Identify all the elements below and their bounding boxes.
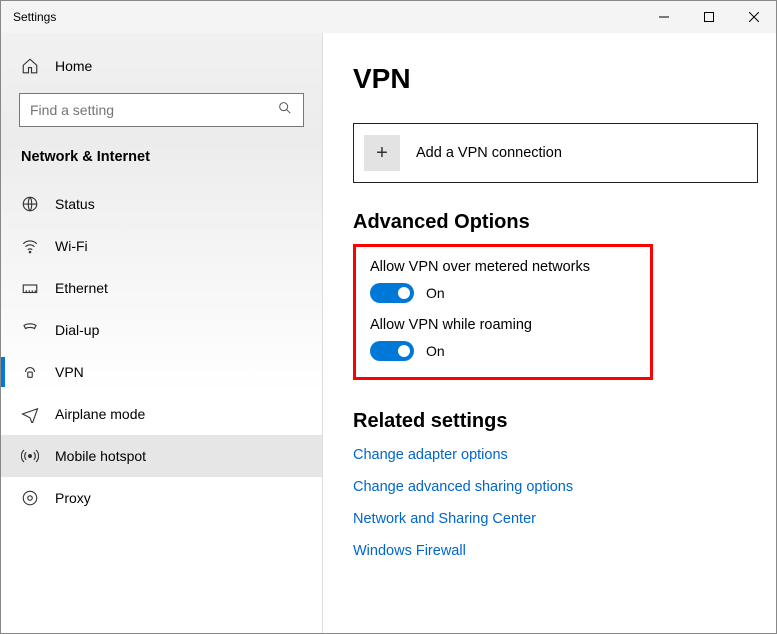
close-button[interactable] — [731, 1, 776, 33]
sidebar-item-wifi[interactable]: Wi-Fi — [1, 225, 322, 267]
sidebar-item-label: Ethernet — [55, 280, 108, 296]
sidebar-item-airplane[interactable]: Airplane mode — [1, 393, 322, 435]
ethernet-icon — [21, 279, 39, 297]
titlebar: Settings — [1, 1, 776, 33]
dialup-icon — [21, 321, 39, 339]
home-icon — [21, 57, 39, 75]
link-windows-firewall[interactable]: Windows Firewall — [353, 543, 756, 559]
advanced-options-heading: Advanced Options — [353, 211, 756, 234]
toggle-state: On — [426, 285, 445, 301]
sidebar-item-vpn[interactable]: VPN — [1, 351, 322, 393]
sidebar-item-dialup[interactable]: Dial-up — [1, 309, 322, 351]
home-nav[interactable]: Home — [1, 51, 322, 93]
hotspot-icon — [21, 447, 39, 465]
wifi-icon — [21, 237, 39, 255]
add-vpn-label: Add a VPN connection — [416, 145, 562, 161]
sidebar-item-label: Dial-up — [55, 322, 99, 338]
airplane-icon — [21, 405, 39, 423]
toggle-switch-roaming[interactable] — [370, 341, 414, 361]
status-icon — [21, 195, 39, 213]
toggle-label: Allow VPN while roaming — [370, 317, 636, 333]
link-adapter-options[interactable]: Change adapter options — [353, 447, 756, 463]
sidebar: Home Network & Internet Status Wi-Fi Eth… — [1, 33, 323, 633]
proxy-icon — [21, 489, 39, 507]
plus-icon: + — [364, 135, 400, 171]
sidebar-item-label: Mobile hotspot — [55, 448, 146, 464]
window-title: Settings — [1, 10, 641, 24]
sidebar-item-label: Status — [55, 196, 95, 212]
toggle-metered: Allow VPN over metered networks On — [370, 259, 636, 303]
vpn-icon — [21, 363, 39, 381]
search-icon — [277, 100, 293, 121]
toggle-state: On — [426, 343, 445, 359]
toggle-roaming: Allow VPN while roaming On — [370, 317, 636, 361]
search-field[interactable] — [30, 102, 277, 118]
page-title: VPN — [353, 63, 756, 95]
sidebar-item-label: Wi-Fi — [55, 238, 88, 254]
home-label: Home — [55, 58, 92, 74]
sidebar-item-label: Airplane mode — [55, 406, 145, 422]
related-settings-heading: Related settings — [353, 410, 756, 433]
toggle-label: Allow VPN over metered networks — [370, 259, 636, 275]
nav-list: Status Wi-Fi Ethernet Dial-up VPN Airpla… — [1, 183, 322, 519]
highlight-annotation: Allow VPN over metered networks On Allow… — [353, 244, 653, 380]
maximize-button[interactable] — [686, 1, 731, 33]
link-advanced-sharing[interactable]: Change advanced sharing options — [353, 479, 756, 495]
toggle-switch-metered[interactable] — [370, 283, 414, 303]
main-content: VPN + Add a VPN connection Advanced Opti… — [323, 33, 776, 633]
sidebar-item-label: Proxy — [55, 490, 91, 506]
minimize-button[interactable] — [641, 1, 686, 33]
sidebar-item-label: VPN — [55, 364, 84, 380]
sidebar-item-proxy[interactable]: Proxy — [1, 477, 322, 519]
add-vpn-button[interactable]: + Add a VPN connection — [353, 123, 758, 183]
sidebar-item-hotspot[interactable]: Mobile hotspot — [1, 435, 322, 477]
sidebar-item-ethernet[interactable]: Ethernet — [1, 267, 322, 309]
section-title: Network & Internet — [1, 145, 322, 177]
link-network-sharing-center[interactable]: Network and Sharing Center — [353, 511, 756, 527]
search-input[interactable] — [19, 93, 304, 127]
sidebar-item-status[interactable]: Status — [1, 183, 322, 225]
